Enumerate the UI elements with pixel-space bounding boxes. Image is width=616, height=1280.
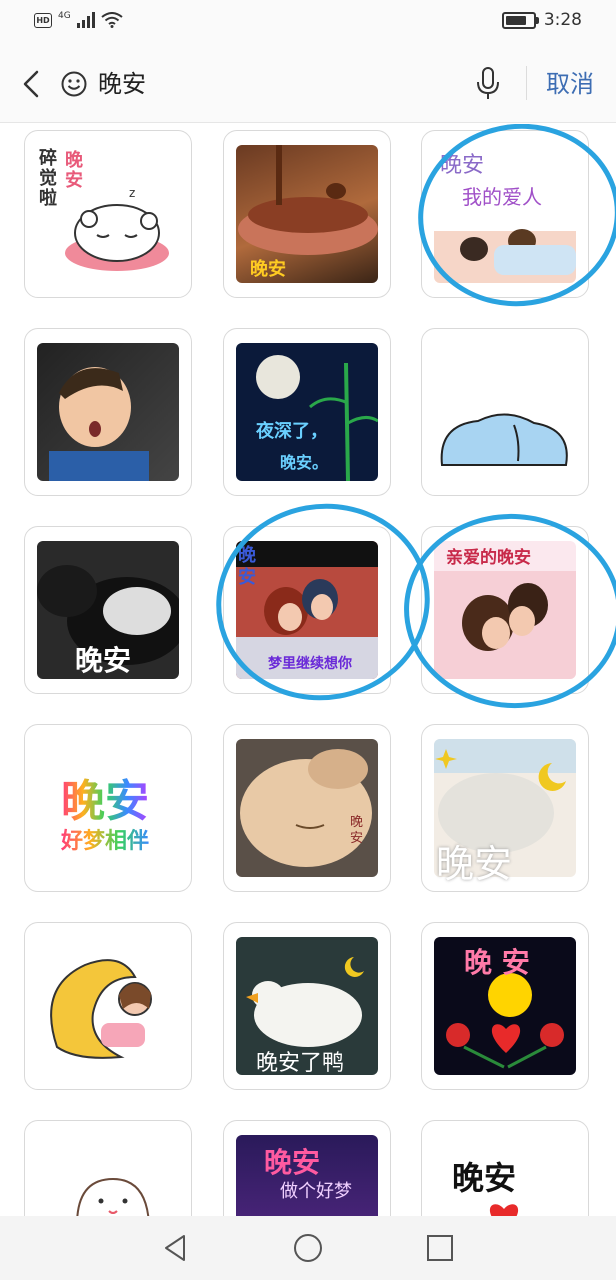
nav-home-icon[interactable] xyxy=(292,1232,324,1264)
sticker-cell[interactable]: 晚 安 xyxy=(421,922,589,1090)
status-right: 3:28 xyxy=(501,10,582,30)
sticker-cell[interactable]: 晚安了鸭 xyxy=(223,922,391,1090)
sticker-cell[interactable]: 夜深了， 晚安。 xyxy=(223,328,391,496)
sticker-cell[interactable] xyxy=(24,922,192,1090)
sticker-cell[interactable]: 晚安 xyxy=(24,526,192,694)
sticker-image xyxy=(37,937,179,1075)
sticker-caption-2: 好梦相伴 xyxy=(61,823,149,855)
sticker-cell[interactable]: 晚安 xyxy=(421,1120,589,1216)
clock: 3:28 xyxy=(543,10,582,30)
sticker-caption: 晚安 xyxy=(440,153,485,178)
sticker-image xyxy=(37,1135,179,1216)
sticker-caption-2: 晚安 xyxy=(65,150,83,191)
svg-text:z: z xyxy=(129,186,135,200)
hd-badge: HD xyxy=(34,12,52,28)
blue-blob-illustration xyxy=(440,413,568,466)
navigation-bar xyxy=(0,1216,616,1280)
sticker-caption: 夜深了， xyxy=(256,421,328,442)
nav-back-icon[interactable] xyxy=(160,1232,192,1264)
sticker-cell[interactable]: 晚安 我的爱人 xyxy=(421,130,589,298)
sticker-caption: 碎觉啦 xyxy=(39,148,57,209)
sticker-caption: 晚安 xyxy=(238,545,256,588)
sticker-cell[interactable]: 晚安 xyxy=(223,130,391,298)
nav-recents-icon[interactable] xyxy=(424,1232,456,1264)
sticker-caption: 亲爱的晚安 xyxy=(446,548,531,568)
wifi-icon xyxy=(101,12,123,28)
sticker-caption-2: 做个好梦 xyxy=(280,1181,352,1202)
sticker-caption: 晚安 xyxy=(452,1159,517,1197)
sticker-image xyxy=(434,343,576,481)
sticker-cell[interactable] xyxy=(24,1120,192,1216)
status-left: HD 4G xyxy=(34,11,123,28)
sticker-cell[interactable] xyxy=(421,328,589,496)
sticker-caption: 晚安了鸭 xyxy=(256,1051,345,1076)
sticker-caption: 晚安 xyxy=(436,842,513,886)
microphone-icon[interactable] xyxy=(474,66,502,102)
sticker-cell[interactable]: 晚安 好梦相伴 xyxy=(24,724,192,892)
sticker-caption: 晚安 xyxy=(75,644,132,677)
search-bar: 晚安 取消 xyxy=(0,46,616,123)
sticker-grid: z 碎觉啦 晚安 晚安 晚安 我的爱人 夜深了， 晚安。 晚安 晚安 梦里继续想… xyxy=(0,124,616,1216)
sticker-cell[interactable]: 晚安 做个好梦 xyxy=(223,1120,391,1216)
sticker-cell[interactable]: z 碎觉啦 晚安 xyxy=(24,130,192,298)
sticker-caption: 晚安 xyxy=(250,259,286,280)
sticker-caption-2: 晚安。 xyxy=(280,453,329,472)
network-type: 4G xyxy=(58,11,71,21)
sticker-caption: 晚 安 xyxy=(464,946,530,979)
sticker-cell[interactable]: 晚安 xyxy=(223,724,391,892)
battery-icon xyxy=(501,11,539,29)
seal-illustration xyxy=(76,1177,150,1216)
search-divider xyxy=(526,66,527,100)
status-bar: HD 4G 3:28 xyxy=(0,0,616,46)
sticker-cell[interactable]: 亲爱的晚安 xyxy=(421,526,589,694)
sticker-caption: 晚安 xyxy=(350,815,364,846)
girl-hugging-moon-illustration xyxy=(50,959,152,1059)
sticker-cell[interactable]: 晚安 梦里继续想你 xyxy=(223,526,391,694)
cancel-button[interactable]: 取消 xyxy=(546,66,594,102)
sticker-cell[interactable]: 晚安 xyxy=(421,724,589,892)
search-input[interactable]: 晚安 xyxy=(98,66,146,102)
sticker-image xyxy=(37,343,179,481)
sticker-caption-2: 我的爱人 xyxy=(462,185,542,209)
surprised-child-photo xyxy=(49,367,149,481)
signal-icon xyxy=(76,12,95,28)
sticker-caption: 晚安 xyxy=(61,765,149,829)
sticker-caption: 晚安 xyxy=(264,1146,321,1179)
back-arrow-icon[interactable] xyxy=(16,64,50,104)
sleeping-cat-photo xyxy=(240,749,372,867)
sticker-cell[interactable] xyxy=(24,328,192,496)
emoji-icon[interactable] xyxy=(60,70,88,98)
sticker-caption-2: 梦里继续想你 xyxy=(268,656,352,672)
sticker-image xyxy=(236,739,378,877)
